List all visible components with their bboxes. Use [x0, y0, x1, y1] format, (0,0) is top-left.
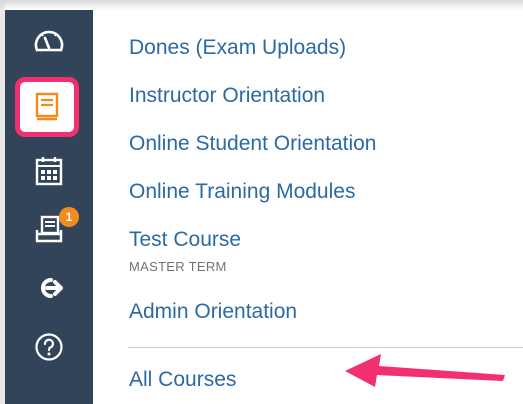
list-divider: [128, 347, 523, 348]
annotation-arrow: [345, 351, 515, 396]
courses-tray: Dones (Exam Uploads) Instructor Orientat…: [93, 10, 523, 404]
course-link[interactable]: Test Course: [129, 228, 241, 252]
course-link[interactable]: Dones (Exam Uploads): [129, 36, 346, 60]
course-link[interactable]: Admin Orientation: [129, 300, 297, 324]
inbox-unread-badge: 1: [59, 207, 79, 227]
course-link[interactable]: Instructor Orientation: [129, 84, 325, 108]
nav-inbox-button[interactable]: 1: [19, 206, 79, 252]
all-courses-link[interactable]: All Courses: [129, 368, 236, 392]
global-nav-sidebar: 1: [5, 10, 93, 404]
nav-help-button[interactable]: [19, 324, 79, 370]
course-link[interactable]: Online Training Modules: [129, 180, 355, 204]
courses-icon: [35, 92, 59, 122]
nav-dashboard-button[interactable]: [19, 18, 79, 64]
dashboard-icon: [33, 28, 65, 54]
nav-commons-button[interactable]: [19, 265, 79, 311]
top-shadow: [0, 0, 523, 10]
calendar-icon: [35, 156, 63, 186]
help-icon: [34, 332, 64, 362]
nav-courses-button[interactable]: [15, 77, 79, 137]
nav-calendar-button[interactable]: [19, 148, 79, 194]
screenshot-frame: 1 Dones (Exam Uploads) Instructor Orient…: [0, 0, 523, 404]
course-term-label: MASTER TERM: [129, 259, 227, 274]
commons-icon: [34, 276, 64, 300]
course-link[interactable]: Online Student Orientation: [129, 132, 377, 156]
